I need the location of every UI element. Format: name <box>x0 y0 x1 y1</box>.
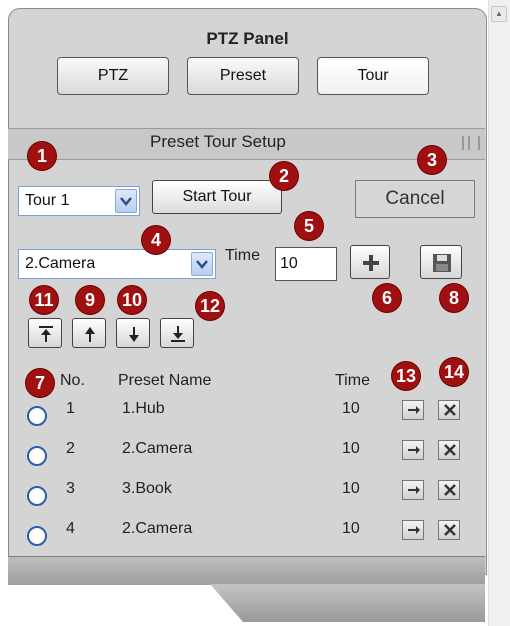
tab-ptz[interactable]: PTZ <box>57 57 169 95</box>
arrow-right-icon <box>408 406 420 414</box>
callout-badge: 13 <box>392 362 420 390</box>
delete-preset-button[interactable] <box>438 520 460 540</box>
go-to-preset-button[interactable] <box>402 400 424 420</box>
move-up-button[interactable] <box>72 318 106 348</box>
arrow-right-icon <box>408 486 420 494</box>
callout-badge: 14 <box>440 358 468 386</box>
row-time: 10 <box>342 440 360 457</box>
preset-select[interactable]: 2.Camera <box>18 249 216 279</box>
column-header-preset-name: Preset Name <box>118 372 212 389</box>
scroll-up-arrow-icon[interactable]: ▲ <box>491 6 507 22</box>
callout-badge: 2 <box>270 162 298 190</box>
arrow-up-icon <box>85 327 95 342</box>
time-label: Time <box>225 247 260 264</box>
close-icon <box>444 444 456 456</box>
row-time: 10 <box>342 480 360 497</box>
callout-badge: 8 <box>440 284 468 312</box>
tour-select-value: Tour 1 <box>25 192 70 209</box>
row-number: 3 <box>66 480 75 497</box>
chevron-down-icon[interactable] <box>115 189 137 213</box>
row-preset-name: 1.Hub <box>122 400 165 417</box>
arrow-right-icon <box>408 526 420 534</box>
row-time: 10 <box>342 520 360 537</box>
move-top-button[interactable] <box>28 318 62 348</box>
callout-badge: 4 <box>142 226 170 254</box>
delete-preset-button[interactable] <box>438 440 460 460</box>
start-tour-button[interactable]: Start Tour <box>152 180 282 214</box>
arrow-to-top-icon <box>39 326 53 342</box>
tour-select[interactable]: Tour 1 <box>18 186 140 216</box>
callout-badge: 6 <box>373 284 401 312</box>
row-radio[interactable] <box>27 526 47 546</box>
row-radio[interactable] <box>27 446 47 466</box>
cancel-button[interactable]: Cancel <box>355 180 475 218</box>
time-input[interactable]: 10 <box>275 247 337 281</box>
row-radio[interactable] <box>27 406 47 426</box>
callout-badge: 3 <box>418 146 446 174</box>
callout-badge: 11 <box>30 286 58 314</box>
row-preset-name: 3.Book <box>122 480 172 497</box>
section-title: Preset Tour Setup <box>150 132 286 151</box>
save-tour-button[interactable] <box>420 245 462 279</box>
arrow-right-icon <box>408 446 420 454</box>
move-down-button[interactable] <box>116 318 150 348</box>
go-to-preset-button[interactable] <box>402 480 424 500</box>
row-number: 2 <box>66 440 75 457</box>
panel-title: PTZ Panel <box>206 29 289 48</box>
row-preset-name: 2.Camera <box>122 520 193 537</box>
arrow-down-icon <box>129 327 139 342</box>
add-preset-button[interactable] <box>350 245 390 279</box>
row-radio[interactable] <box>27 486 47 506</box>
callout-badge: 12 <box>196 292 224 320</box>
column-header-no: No. <box>60 372 85 389</box>
row-time: 10 <box>342 400 360 417</box>
grip-icon[interactable] <box>462 136 480 150</box>
floppy-disk-icon <box>433 254 451 272</box>
move-bottom-button[interactable] <box>160 318 194 348</box>
panel-footer-tab <box>210 584 485 622</box>
arrow-to-bottom-icon <box>171 326 185 342</box>
chevron-down-icon[interactable] <box>191 252 213 276</box>
callout-badge: 7 <box>26 369 54 397</box>
panel-footer-bar <box>8 556 485 585</box>
tab-preset[interactable]: Preset <box>187 57 299 95</box>
go-to-preset-button[interactable] <box>402 520 424 540</box>
tab-tour[interactable]: Tour <box>317 57 429 95</box>
callout-badge: 1 <box>28 142 56 170</box>
callout-badge: 5 <box>295 212 323 240</box>
column-header-time: Time <box>335 372 370 389</box>
row-number: 4 <box>66 520 75 537</box>
close-icon <box>444 524 456 536</box>
delete-preset-button[interactable] <box>438 480 460 500</box>
close-icon <box>444 484 456 496</box>
row-preset-name: 2.Camera <box>122 440 193 457</box>
close-icon <box>444 404 456 416</box>
go-to-preset-button[interactable] <box>402 440 424 460</box>
delete-preset-button[interactable] <box>438 400 460 420</box>
plus-icon <box>363 255 379 271</box>
callout-badge: 9 <box>76 286 104 314</box>
preset-select-value: 2.Camera <box>25 255 96 272</box>
page-scrollbar[interactable] <box>488 0 510 626</box>
callout-badge: 10 <box>118 286 146 314</box>
row-number: 1 <box>66 400 75 417</box>
